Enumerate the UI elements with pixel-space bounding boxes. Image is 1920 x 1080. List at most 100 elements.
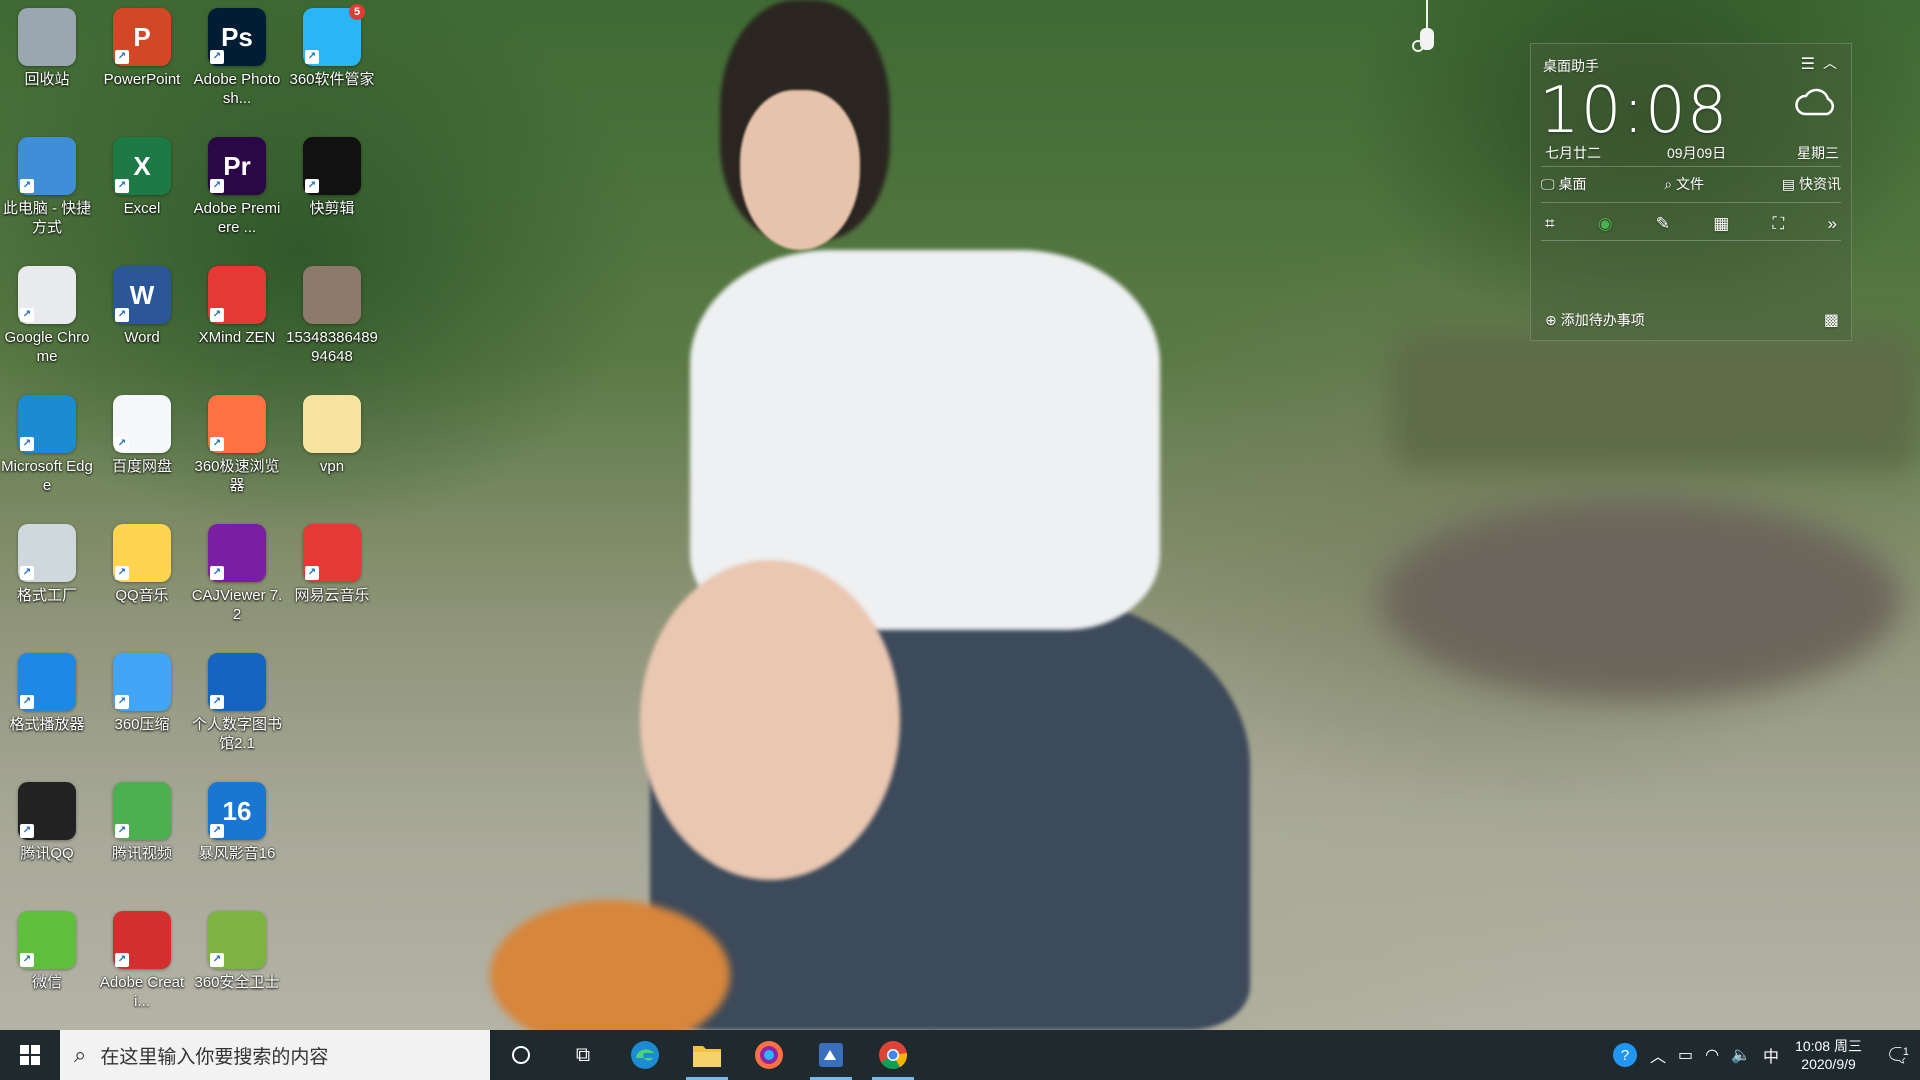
desktop-shortcut-label: 格式播放器 — [9, 716, 85, 733]
task-view-button[interactable]: ⧉ — [552, 1030, 614, 1080]
desktop-shortcut[interactable]: ↗ QQ音乐 — [97, 516, 187, 636]
notification-badge: 1 — [1899, 1045, 1912, 1058]
desktop-shortcut-label: 腾讯视频 — [111, 845, 172, 862]
tab-files[interactable]: ⌕ 文件 — [1664, 174, 1704, 194]
shortcut-arrow-icon: ↗ — [20, 566, 34, 580]
photoshop-icon: Ps ↗ — [208, 8, 266, 66]
shortcut-arrow-icon: ↗ — [210, 308, 224, 322]
shortcut-arrow-icon: ↗ — [20, 824, 34, 838]
desktop-shortcut[interactable]: ↗ 360极速浏览器 — [192, 387, 282, 507]
desktop-shortcut[interactable]: vpn — [287, 387, 377, 507]
desktop-shortcut-label: 网易云音乐 — [294, 587, 370, 604]
desktop-shortcut[interactable]: ↗ 格式工厂 — [2, 516, 92, 636]
edge-icon: ↗ — [18, 395, 76, 453]
taskbar: ⌕ 在这里输入你要搜索的内容 ⧉ ? ︿ ▭ ◠ 🔈 中 10:08 周三 20… — [0, 1030, 1920, 1080]
desktop-shortcut-label: 个人数字图书馆2.1 — [191, 716, 282, 752]
cortana-button[interactable] — [490, 1030, 552, 1080]
double-chevron-right-icon[interactable]: » — [1828, 214, 1837, 234]
shortcut-arrow-icon: ↗ — [115, 566, 129, 580]
taskbar-360-browser[interactable] — [738, 1030, 800, 1080]
qr-code-icon[interactable]: ▩ — [1824, 310, 1839, 330]
desktop-shortcut-label: 腾讯QQ — [20, 845, 74, 862]
desktop-shortcut[interactable]: ↗ Adobe Creati... — [97, 903, 187, 1023]
desktop-shortcut-label: Word — [124, 329, 160, 346]
icon-glyph: P — [133, 21, 151, 52]
shortcut-arrow-icon: ↗ — [20, 179, 34, 193]
tab-desktop[interactable]: 🖵 桌面 — [1541, 174, 1587, 194]
desktop-shortcut[interactable]: P ↗ PowerPoint — [97, 0, 187, 120]
wallpaper-face — [740, 90, 860, 250]
desktop-shortcut-label: Adobe Photosh... — [193, 71, 281, 107]
taskbar-edge[interactable] — [614, 1030, 676, 1080]
widget-divider — [1541, 166, 1841, 167]
icon-glyph: W — [129, 279, 155, 310]
image-icon[interactable]: ⛶ — [1772, 214, 1784, 234]
menu-icon[interactable]: ☰ — [1801, 54, 1815, 74]
tencent-video-icon: ↗ — [113, 782, 171, 840]
desktop-shortcut-label: 360软件管家 — [289, 71, 375, 88]
desktop-shortcut[interactable]: ↗ 360压缩 — [97, 645, 187, 765]
desktop-shortcut[interactable]: ↗ 微信 — [2, 903, 92, 1023]
desktop-shortcut[interactable]: 16 ↗ 暴风影音16 — [192, 774, 282, 894]
desktop-shortcut-label: 微信 — [31, 974, 62, 991]
shortcut-arrow-icon: ↗ — [115, 824, 129, 838]
desktop-shortcut[interactable]: ↗ 腾讯视频 — [97, 774, 187, 894]
desktop-shortcut[interactable]: Ps ↗ Adobe Photosh... — [192, 0, 282, 120]
wechat-icon: ↗ — [18, 911, 76, 969]
search-icon: ⌕ — [74, 1042, 87, 1067]
desktop-shortcut-label: 暴风影音16 — [198, 845, 276, 862]
taskbar-file-explorer[interactable] — [676, 1030, 738, 1080]
wifi-icon[interactable]: ◠ — [1699, 1045, 1725, 1065]
shortcut-arrow-icon: ↗ — [210, 179, 224, 193]
widget-clock: 10:08 — [1539, 74, 1729, 148]
desktop-shortcut[interactable]: ↗ 腾讯QQ — [2, 774, 92, 894]
format-factory-icon: ↗ — [18, 524, 76, 582]
notification-center-button[interactable]: 🗨 1 — [1876, 1043, 1920, 1068]
desktop-shortcut[interactable]: ↗ 个人数字图书馆2.1 — [192, 645, 282, 765]
chevron-up-icon[interactable]: ︿ — [1644, 1043, 1672, 1067]
chevron-up-icon[interactable]: ︿ — [1823, 53, 1837, 73]
cajviewer-icon — [819, 1043, 843, 1067]
desktop-shortcut[interactable]: ↗ XMind ZEN — [192, 258, 282, 378]
shortcut-arrow-icon: ↗ — [210, 50, 224, 64]
taskbar-chrome[interactable] — [862, 1030, 924, 1080]
desktop-shortcut[interactable]: ↗ 格式播放器 — [2, 645, 92, 765]
cloud-weather-icon[interactable] — [1793, 82, 1839, 120]
desktop-shortcut[interactable]: ↗ Google Chrome — [2, 258, 92, 378]
widget-title: 桌面助手 — [1543, 58, 1599, 74]
desktop-shortcut[interactable]: ↗ 快剪辑 — [287, 129, 377, 249]
taskbar-search-box[interactable]: ⌕ 在这里输入你要搜索的内容 — [60, 1030, 490, 1080]
eye-icon[interactable]: ◉ — [1598, 214, 1613, 234]
desktop-shortcut[interactable]: 5 ↗ 360软件管家 — [287, 0, 377, 120]
ime-indicator[interactable]: 中 — [1757, 1043, 1785, 1067]
desktop-shortcut[interactable]: ↗ 网易云音乐 — [287, 516, 377, 636]
desktop-shortcut-label: 回收站 — [24, 71, 70, 88]
desktop-shortcut[interactable]: W ↗ Word — [97, 258, 187, 378]
desktop-shortcut[interactable]: 回收站 — [2, 0, 92, 120]
desktop-shortcut[interactable]: 1534838648994648 — [286, 258, 378, 378]
taskbar-clock[interactable]: 10:08 周三 2020/9/9 — [1785, 1037, 1876, 1073]
tab-news[interactable]: ▤ 快资讯 — [1782, 174, 1841, 194]
add-todo-button[interactable]: ⊕ 添加待办事项 — [1545, 310, 1645, 330]
note-icon[interactable]: ✎ — [1656, 214, 1670, 234]
icon-glyph: 16 — [222, 795, 252, 826]
desktop-shortcut[interactable]: X ↗ Excel — [97, 129, 187, 249]
battery-icon[interactable]: ▭ — [1672, 1045, 1699, 1065]
widget-date: 09月09日 — [1667, 145, 1727, 161]
calculator-icon[interactable]: ▦ — [1713, 214, 1729, 234]
crop-icon[interactable]: ⌗ — [1545, 214, 1555, 234]
xmind-icon: ↗ — [208, 266, 266, 324]
desktop-shortcut[interactable]: ↗ CAJViewer 7.2 — [192, 516, 282, 636]
desktop-shortcut[interactable]: ↗ 360安全卫士 — [192, 903, 282, 1023]
volume-icon[interactable]: 🔈 — [1725, 1045, 1757, 1065]
shortcut-arrow-icon: ↗ — [115, 179, 129, 193]
help-icon[interactable]: ? — [1606, 1042, 1644, 1068]
taskbar-cajviewer[interactable] — [800, 1030, 862, 1080]
desktop-shortcut[interactable]: ↗ 此电脑 - 快捷方式 — [2, 129, 92, 249]
desktop-shortcut[interactable]: ↗ 百度网盘 — [97, 387, 187, 507]
desktop-shortcut[interactable]: Pr ↗ Adobe Premiere ... — [192, 129, 282, 249]
start-button[interactable] — [0, 1030, 60, 1080]
fishing-hook-icon[interactable] — [1412, 0, 1442, 60]
desktop-shortcut[interactable]: ↗ Microsoft Edge — [1, 387, 93, 507]
desktop-shortcut-label: QQ音乐 — [115, 587, 169, 604]
